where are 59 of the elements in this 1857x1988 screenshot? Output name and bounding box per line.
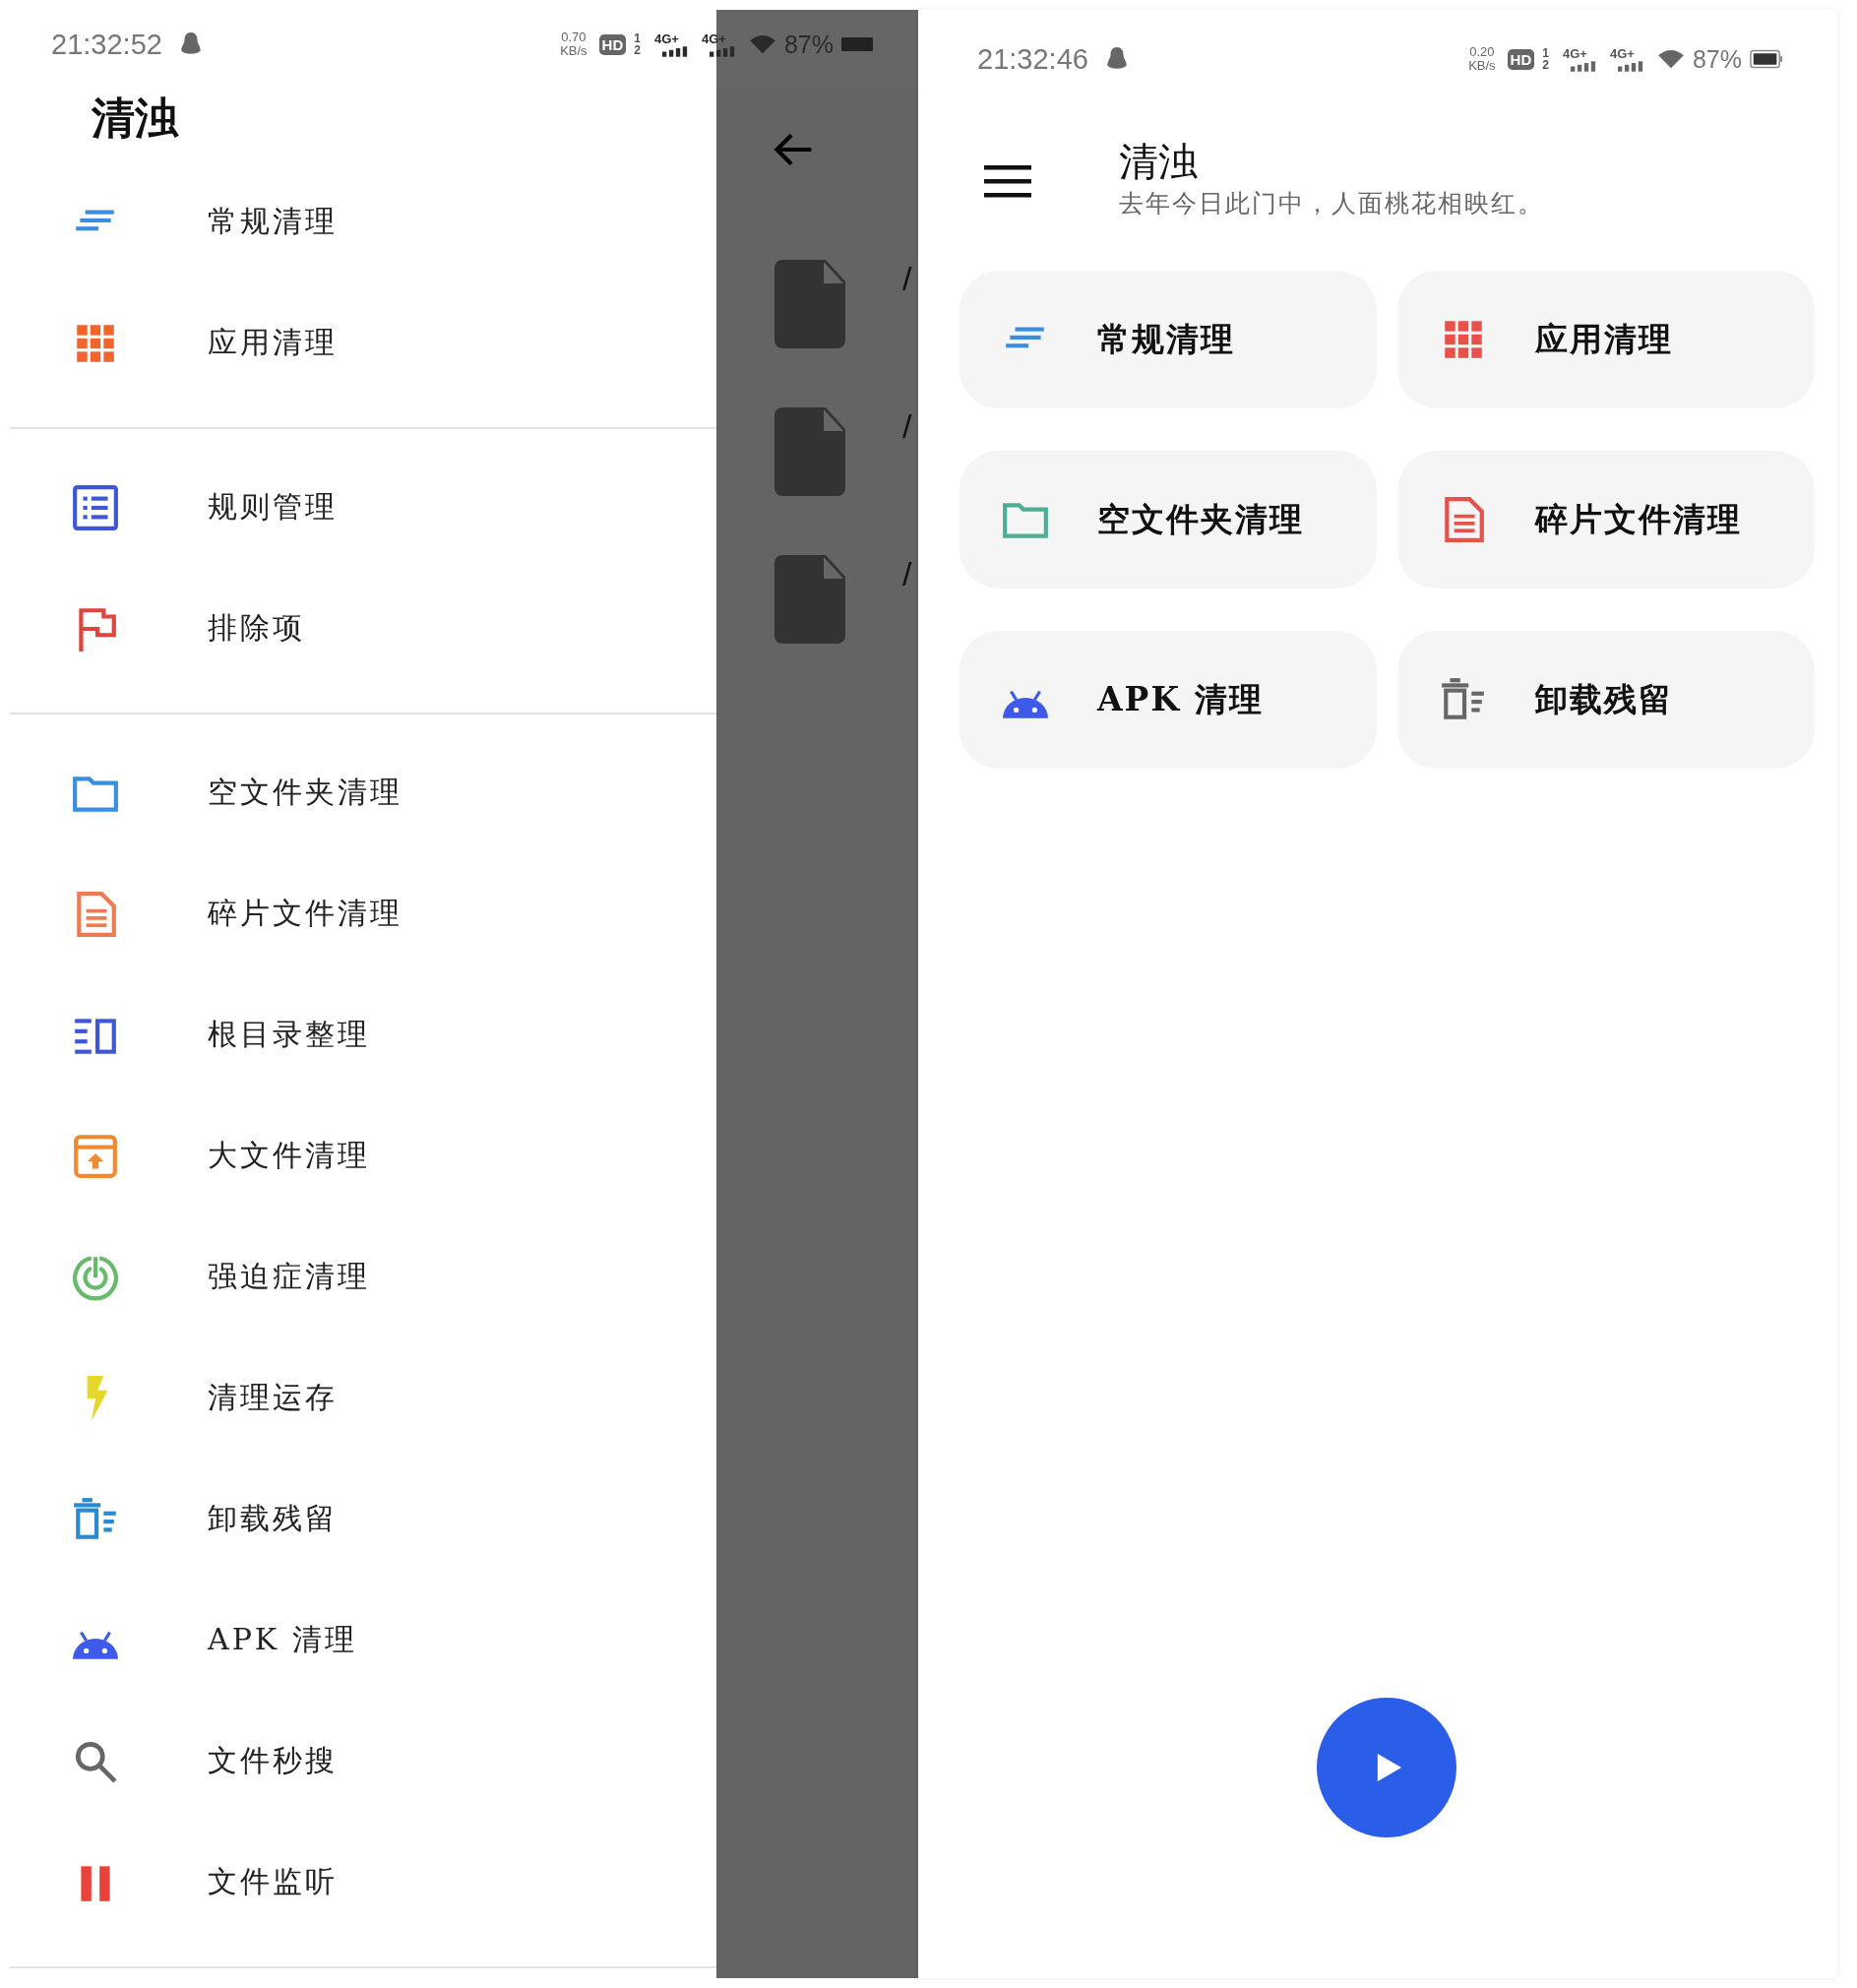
status-time: 21:32:46: [977, 42, 1088, 76]
feature-card[interactable]: 空文件夹清理: [959, 451, 1377, 589]
sim-slot-number: 2: [1542, 59, 1549, 71]
menu-icon: [983, 163, 1032, 199]
network-type: 4G+: [1609, 46, 1635, 61]
notification-icon: [1105, 46, 1128, 72]
feature-card[interactable]: 应用清理: [1397, 271, 1815, 408]
app-subtitle: 去年今日此门中，人面桃花相映红。: [1119, 187, 1544, 219]
sim-slot-number: 1: [634, 32, 641, 44]
battery-icon: [841, 34, 875, 54]
notification-icon: [179, 31, 202, 57]
menu-item[interactable]: 常规清理: [0, 161, 716, 282]
wifi-icon: [1656, 48, 1685, 70]
wifi-icon: [748, 33, 776, 55]
feature-card[interactable]: 常规清理: [959, 271, 1377, 408]
network-type: 4G+: [653, 31, 679, 46]
menu-item[interactable]: 应用清理: [0, 282, 716, 404]
battery-percent: 87%: [1692, 44, 1742, 74]
feature-card[interactable]: 卸载残留: [1397, 631, 1815, 769]
battery-icon: [1750, 49, 1783, 69]
menu-item[interactable]: 空文件夹清理: [0, 732, 716, 853]
speed-unit: KB/s: [1468, 59, 1496, 73]
signal-icon: [709, 45, 735, 57]
network-speed: 0.70: [561, 31, 587, 44]
menu-item[interactable]: APK 清理: [0, 1580, 716, 1701]
speed-unit: KB/s: [560, 44, 588, 58]
file-path: /: [902, 260, 912, 298]
signal-icon: [1617, 60, 1643, 72]
battery-percent: 87%: [783, 30, 834, 59]
feature-card[interactable]: APK 清理: [959, 631, 1377, 769]
file-path: /: [902, 407, 912, 446]
hd-badge: HD: [1507, 48, 1535, 70]
menu-item[interactable]: 文件秒搜: [0, 1701, 716, 1822]
play-icon: [1376, 1752, 1403, 1783]
menu-item[interactable]: 卸载残留: [0, 1459, 716, 1580]
menu-item[interactable]: 大文件清理: [0, 1095, 716, 1216]
signal-icon: [1570, 60, 1596, 72]
drawer-title: 清浊: [91, 92, 180, 145]
menu-item[interactable]: 强迫症清理: [0, 1216, 716, 1337]
app-title: 清浊: [1119, 137, 1199, 186]
menu-item[interactable]: 规则管理: [0, 447, 716, 568]
file-icon: [774, 407, 845, 496]
menu-item[interactable]: 排除项: [0, 568, 716, 689]
signal-icon: [661, 45, 688, 57]
network-type: 4G+: [1562, 46, 1587, 61]
menu-item[interactable]: 碎片文件清理: [0, 853, 716, 974]
feature-card[interactable]: 碎片文件清理: [1397, 451, 1815, 589]
file-icon: [774, 555, 845, 644]
menu-button[interactable]: [983, 163, 1032, 201]
menu-item[interactable]: 清理运存: [0, 1337, 716, 1459]
status-time: 21:32:52: [51, 28, 162, 61]
file-icon: [774, 260, 845, 348]
menu-item[interactable]: 根目录整理: [0, 974, 716, 1095]
sim-slot-number: 1: [1542, 47, 1549, 59]
file-path: /: [902, 555, 912, 593]
hd-badge: HD: [598, 33, 627, 55]
menu-item[interactable]: 文件监听: [0, 1822, 716, 1943]
sim-slot-number: 2: [634, 44, 641, 56]
network-speed: 0.20: [1469, 45, 1495, 59]
